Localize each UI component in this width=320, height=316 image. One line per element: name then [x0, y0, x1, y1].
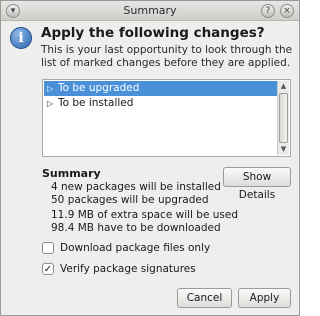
summary-disk-space: 11.9 MB of extra space will be used: [51, 209, 239, 221]
summary-heading: Summary: [42, 167, 101, 180]
summary-new-packages: 4 new packages will be installed: [51, 181, 221, 193]
scrollbar-thumb[interactable]: [279, 93, 288, 143]
close-icon[interactable]: ×: [280, 4, 294, 18]
show-details-button[interactable]: Show Details: [223, 167, 291, 201]
help-icon[interactable]: ?: [261, 4, 275, 18]
summary-upgraded-packages: 50 packages will be upgraded: [51, 194, 209, 206]
scroll-down-icon[interactable]: ▼: [278, 144, 289, 155]
apply-button[interactable]: Apply: [238, 288, 291, 308]
download-only-label[interactable]: Download package files only: [60, 242, 210, 254]
info-icon: i: [10, 27, 32, 49]
verify-signatures-label[interactable]: Verify package signatures: [60, 263, 196, 275]
verify-signatures-checkbox[interactable]: ✓: [42, 263, 54, 275]
window-title: Summary: [123, 4, 177, 17]
changes-list[interactable]: ▷ To be upgraded ▷ To be installed ▲ ▼: [42, 79, 291, 157]
list-item-to-be-installed[interactable]: ▷ To be installed: [44, 96, 277, 111]
summary-dialog-window: ▾ Summary ? × i Apply the following chan…: [0, 0, 300, 316]
list-item-to-be-upgraded[interactable]: ▷ To be upgraded: [44, 81, 277, 96]
list-item-label: To be installed: [58, 97, 134, 109]
list-item-label: To be upgraded: [58, 82, 140, 94]
dialog-heading: Apply the following changes?: [41, 25, 265, 41]
download-only-checkbox[interactable]: [42, 242, 54, 254]
dialog-intro-text: This is your last opportunity to look th…: [41, 44, 293, 69]
cancel-button[interactable]: Cancel: [177, 288, 232, 308]
summary-download-size: 98.4 MB have to be downloaded: [51, 222, 221, 234]
scroll-up-icon[interactable]: ▲: [278, 81, 289, 92]
expand-arrow-icon[interactable]: ▷: [47, 81, 53, 96]
expand-arrow-icon[interactable]: ▷: [47, 96, 53, 111]
title-bar[interactable]: ▾ Summary ? ×: [1, 1, 299, 21]
list-scrollbar[interactable]: ▲ ▼: [277, 81, 289, 155]
